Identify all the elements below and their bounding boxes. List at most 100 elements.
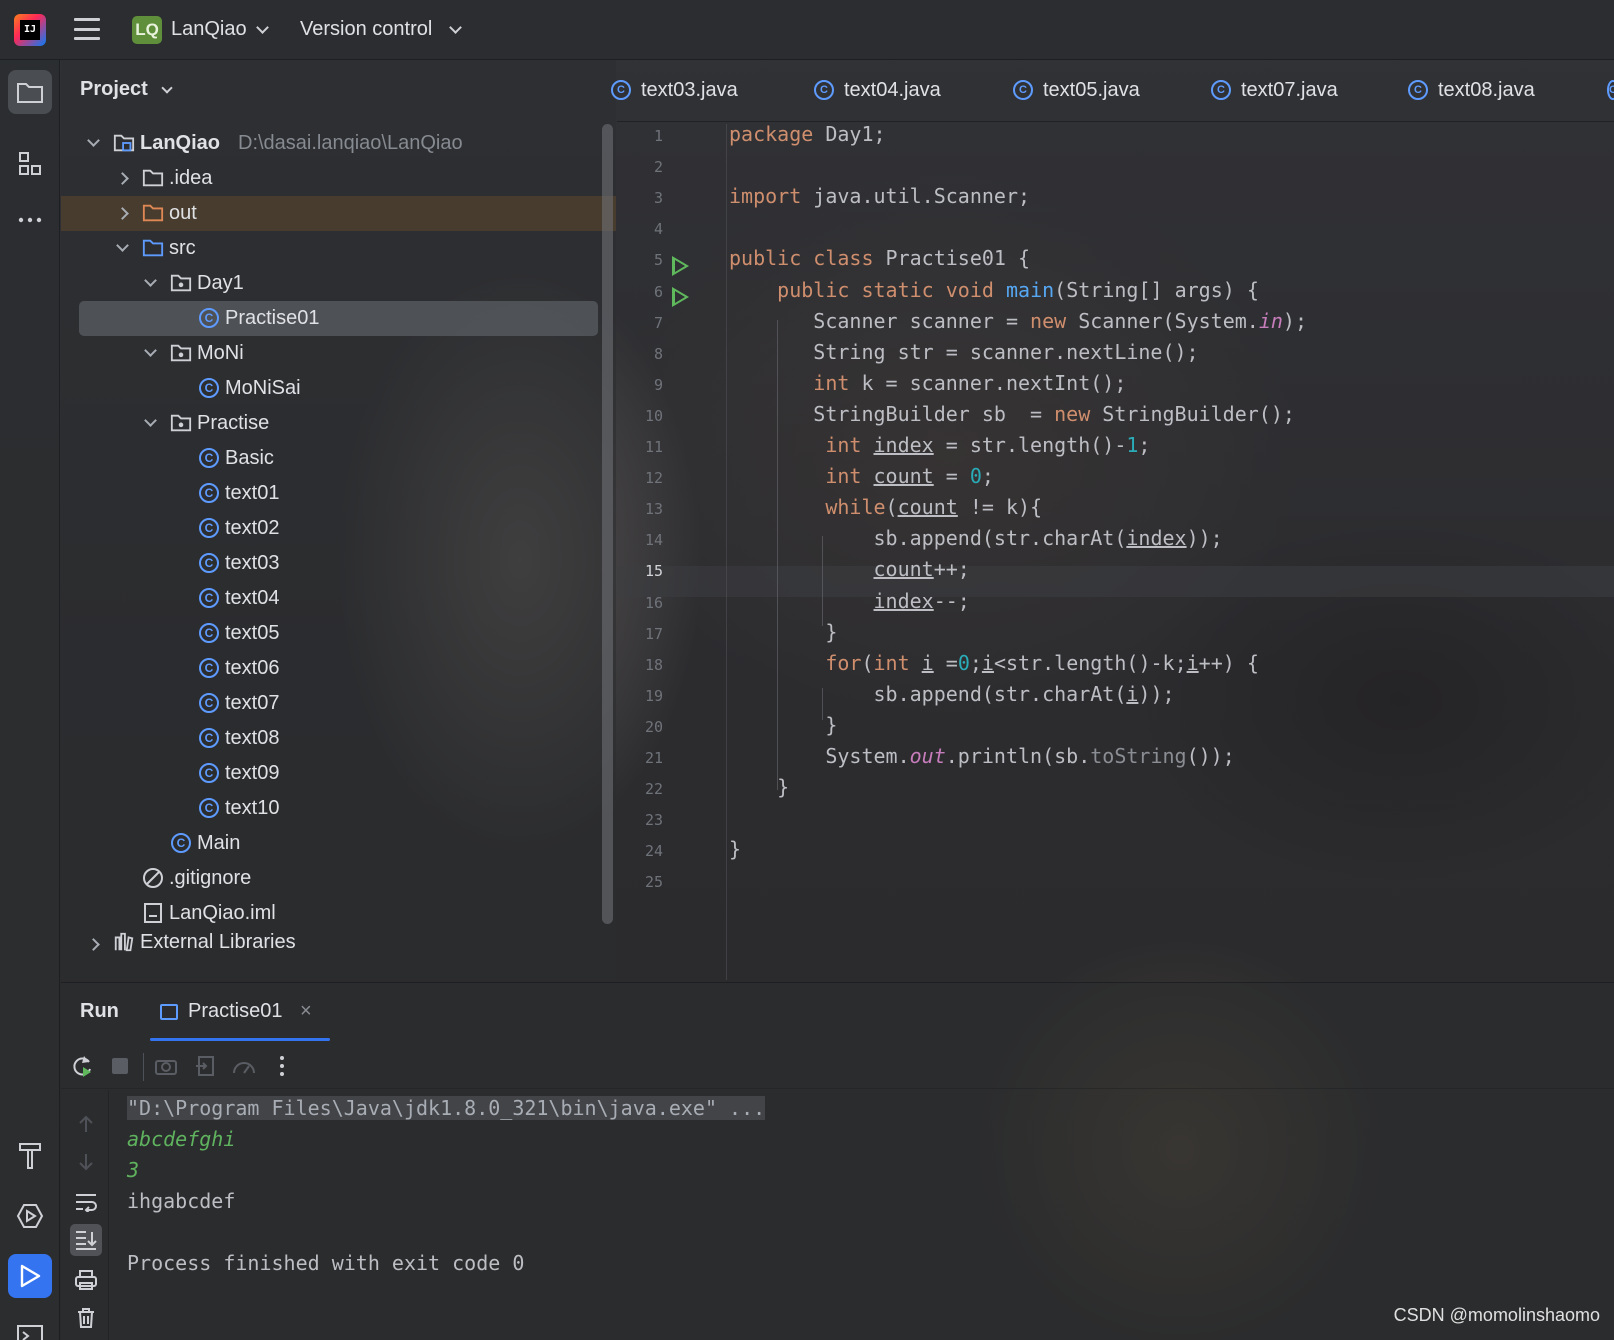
tree-item-text09[interactable]: Ctext09 xyxy=(61,756,616,791)
tree-item-text08[interactable]: Ctext08 xyxy=(61,721,616,756)
chevron-down-icon[interactable] xyxy=(116,239,129,252)
code-line[interactable]: int index = str.length()-1; xyxy=(729,433,1150,457)
code-line[interactable]: int k = scanner.nextInt(); xyxy=(729,371,1126,395)
tab-text05[interactable]: Ctext05.java xyxy=(1013,78,1140,102)
tree-item-practise[interactable]: Practise xyxy=(61,406,616,441)
up-arrow-icon[interactable] xyxy=(70,1108,102,1140)
tree-item-moni[interactable]: MoNi xyxy=(61,336,616,371)
code-line[interactable]: count++; xyxy=(729,557,970,581)
tree-item-src[interactable]: src xyxy=(61,231,616,266)
code-line[interactable]: for(int i =0;i<str.length()-k;i++) { xyxy=(729,651,1259,675)
code-line[interactable]: } xyxy=(729,620,837,644)
code-line[interactable]: sb.append(str.charAt(index)); xyxy=(729,526,1222,550)
chevron-right-icon[interactable] xyxy=(87,938,100,951)
down-arrow-icon[interactable] xyxy=(70,1146,102,1178)
tree-item-basic[interactable]: C Basic xyxy=(61,441,616,476)
code-line[interactable]: package Day1; xyxy=(729,122,886,146)
tab-text07[interactable]: Ctext07.java xyxy=(1211,78,1338,102)
class-icon: C xyxy=(1013,80,1033,100)
code-line[interactable]: } xyxy=(729,837,741,861)
project-badge[interactable]: LQ xyxy=(132,16,162,44)
project-scrollbar[interactable] xyxy=(602,124,613,924)
project-name-dropdown[interactable]: LanQiao xyxy=(171,18,247,41)
build-icon[interactable] xyxy=(8,1134,52,1178)
folder-icon[interactable] xyxy=(8,70,52,114)
code-line[interactable]: System.out.println(sb.toString()); xyxy=(729,744,1234,768)
run-gutter-icon[interactable] xyxy=(672,287,689,307)
tab-text08[interactable]: Ctext08.java xyxy=(1408,78,1535,102)
run-gutter-icon[interactable] xyxy=(672,256,689,276)
tree-item-text07[interactable]: Ctext07 xyxy=(61,686,616,721)
tree-item-lanqiao[interactable]: LanQiao D:\dasai.lanqiao\LanQiao xyxy=(61,126,616,161)
tree-item-out[interactable]: out xyxy=(61,196,616,231)
code-line[interactable]: Scanner scanner = new Scanner(System.in)… xyxy=(729,309,1307,333)
version-control-dropdown[interactable]: Version control xyxy=(300,18,432,41)
code-line[interactable]: } xyxy=(729,713,837,737)
code-line[interactable]: public static void main(String[] args) { xyxy=(729,278,1259,302)
structure-icon[interactable] xyxy=(8,142,52,186)
run-panel-title[interactable]: Run xyxy=(80,1000,119,1023)
run-icon[interactable] xyxy=(8,1254,52,1298)
package-icon xyxy=(170,412,192,434)
more-vertical-icon[interactable] xyxy=(269,1053,295,1079)
chevron-right-icon[interactable] xyxy=(116,172,129,185)
chevron-down-icon[interactable] xyxy=(144,414,157,427)
export-icon[interactable] xyxy=(193,1053,219,1079)
tree-item-lanqiao-iml[interactable]: LanQiao.iml xyxy=(61,896,616,931)
scroll-to-end-icon[interactable] xyxy=(70,1224,102,1256)
chevron-down-icon[interactable] xyxy=(256,21,269,34)
code-line[interactable]: sb.append(str.charAt(i)); xyxy=(729,682,1174,706)
class-icon: C xyxy=(1211,80,1231,100)
tree-item-text01[interactable]: Ctext01 xyxy=(61,476,616,511)
chevron-down-icon[interactable] xyxy=(144,344,157,357)
soft-wrap-icon[interactable] xyxy=(70,1186,102,1218)
tree-item-external-libraries[interactable]: External Libraries xyxy=(61,931,616,955)
code-line[interactable]: int count = 0; xyxy=(729,464,994,488)
code-line[interactable]: String str = scanner.nextLine(); xyxy=(729,340,1198,364)
tab-overflow[interactable]: C xyxy=(1607,78,1614,102)
tab-text03[interactable]: Ctext03.java xyxy=(611,78,738,102)
stop-icon[interactable] xyxy=(107,1053,133,1079)
code-line[interactable]: StringBuilder sb = new StringBuilder(); xyxy=(729,402,1295,426)
tab-text04[interactable]: Ctext04.java xyxy=(814,78,941,102)
tree-item-text05[interactable]: Ctext05 xyxy=(61,616,616,651)
tree-item-idea[interactable]: .idea xyxy=(61,161,616,196)
console-icon xyxy=(160,1003,178,1020)
close-icon[interactable]: × xyxy=(300,1000,312,1023)
chevron-down-icon[interactable] xyxy=(449,21,462,34)
line-number: 15 xyxy=(644,562,663,581)
profiler-icon[interactable] xyxy=(231,1053,257,1079)
main-menu-icon[interactable] xyxy=(74,18,100,40)
terminal-icon[interactable] xyxy=(8,1314,52,1340)
toolbar-separator xyxy=(143,1053,144,1081)
code-line[interactable]: import java.util.Scanner; xyxy=(729,184,1030,208)
class-icon: C xyxy=(1607,80,1614,100)
run-tool-window xyxy=(61,982,1614,1340)
tree-item-practise01[interactable]: C Practise01 xyxy=(79,301,598,336)
tree-item-monisai[interactable]: C MoNiSai xyxy=(61,371,616,406)
services-icon[interactable] xyxy=(8,1194,52,1238)
code-line[interactable]: public class Practise01 { xyxy=(729,246,1030,270)
more-icon[interactable] xyxy=(8,198,52,242)
tree-item-text10[interactable]: Ctext10 xyxy=(61,791,616,826)
tree-item-main[interactable]: C Main xyxy=(61,826,616,861)
code-line[interactable]: index--; xyxy=(729,589,970,613)
print-icon[interactable] xyxy=(70,1264,102,1296)
code-line[interactable]: } xyxy=(729,775,789,799)
chevron-right-icon[interactable] xyxy=(116,207,129,220)
rerun-icon[interactable] xyxy=(69,1053,95,1079)
code-line[interactable]: while(count != k){ xyxy=(729,495,1042,519)
screenshot-icon[interactable] xyxy=(153,1053,179,1079)
tree-item-day1[interactable]: Day1 xyxy=(61,266,616,301)
project-panel-title[interactable]: Project xyxy=(80,78,148,101)
run-tab-practise01[interactable]: Practise01 xyxy=(160,1000,283,1023)
tree-item-text02[interactable]: Ctext02 xyxy=(61,511,616,546)
tree-item-text06[interactable]: Ctext06 xyxy=(61,651,616,686)
tree-item-text03[interactable]: Ctext03 xyxy=(61,546,616,581)
trash-icon[interactable] xyxy=(70,1302,102,1334)
tree-item-text04[interactable]: Ctext04 xyxy=(61,581,616,616)
tree-item-gitignore[interactable]: .gitignore xyxy=(61,861,616,896)
intellij-logo-icon[interactable]: IJ xyxy=(14,14,46,46)
chevron-down-icon[interactable] xyxy=(144,274,157,287)
chevron-down-icon[interactable] xyxy=(87,134,100,147)
